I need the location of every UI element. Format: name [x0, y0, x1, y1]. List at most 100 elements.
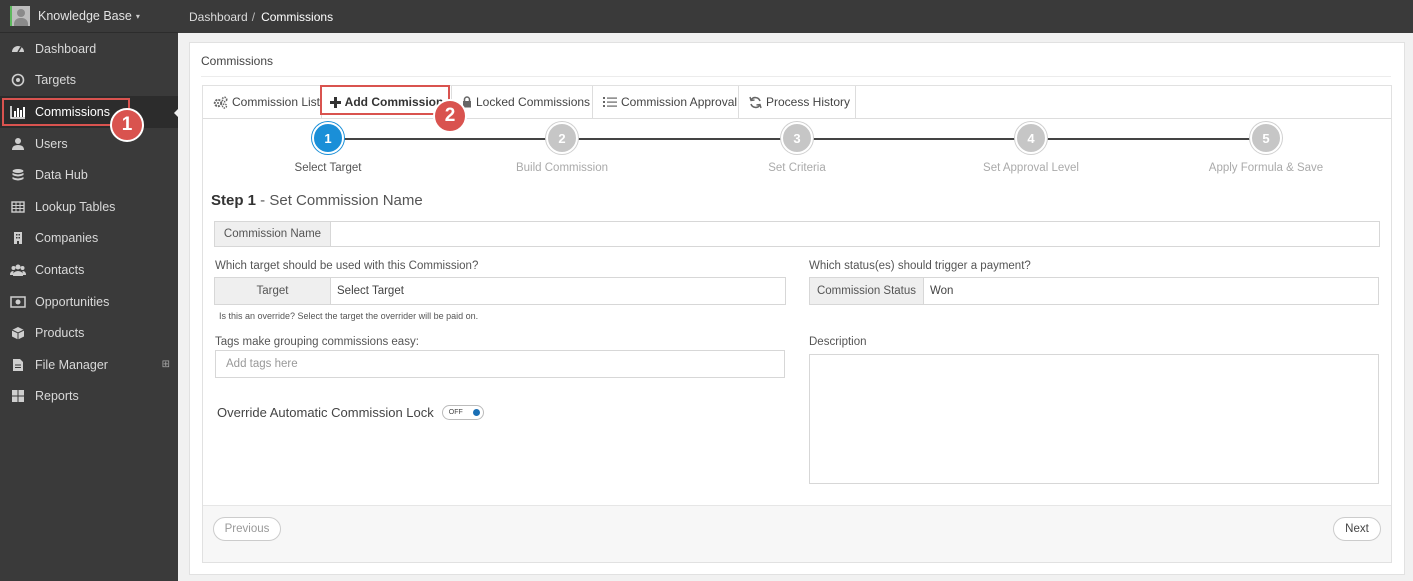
sidebar-item-commissions[interactable]: Commissions: [0, 96, 178, 128]
commission-status-select[interactable]: Won: [924, 278, 1378, 304]
description-label: Description: [809, 336, 867, 348]
sidebar-item-label: Targets: [35, 73, 76, 88]
brand-name: Knowledge Base: [38, 9, 132, 23]
sidebar-item-products[interactable]: Products: [0, 317, 178, 349]
sidebar-item-label: Lookup Tables: [35, 199, 116, 214]
topbar: Dashboard / Commissions: [178, 0, 1413, 33]
database-icon: [10, 167, 26, 183]
grid-icon: [10, 388, 26, 404]
wizard-steps: 1 Select Target 2 Build Commission 3 Set…: [203, 120, 1391, 184]
sidebar-item-opportunities[interactable]: Opportunities: [0, 286, 178, 318]
table-icon: [10, 199, 26, 215]
previous-button[interactable]: Previous: [213, 517, 281, 541]
breadcrumb: Dashboard / Commissions: [189, 10, 333, 24]
tab-process-history[interactable]: Process History: [739, 86, 856, 118]
expand-icon[interactable]: ⊞: [162, 359, 170, 370]
override-toggle[interactable]: OFF: [441, 405, 484, 420]
active-indicator: [174, 108, 179, 118]
sidebar-item-dashboard[interactable]: Dashboard: [0, 33, 178, 65]
user-icon: [10, 136, 26, 152]
step-number: 4: [1015, 122, 1047, 154]
sidebar-item-targets[interactable]: Targets: [0, 65, 178, 97]
brand[interactable]: Knowledge Base ▾: [0, 0, 178, 33]
step-heading: Step 1 - Set Commission Name: [211, 192, 423, 209]
plus-icon: [329, 96, 341, 108]
breadcrumb-separator: /: [251, 9, 256, 24]
tab-locked-commissions[interactable]: Locked Commissions: [452, 86, 593, 118]
sidebar-item-label: File Manager: [35, 357, 108, 372]
commission-status-label: Commission Status: [810, 278, 924, 304]
target-group: Target Select Target: [214, 277, 786, 305]
next-button[interactable]: Next: [1333, 517, 1381, 541]
sidebar-item-label: Commissions: [35, 104, 111, 119]
sidebar-item-label: Opportunities: [35, 294, 110, 309]
box-icon: [10, 325, 26, 341]
annotation-badge-2: 2: [433, 99, 467, 133]
money-icon: [10, 294, 26, 310]
annotation-badge-1: 1: [110, 108, 144, 142]
tags-label: Tags make grouping commissions easy:: [215, 336, 419, 348]
chevron-down-icon: ▾: [135, 11, 140, 21]
list-icon: [603, 96, 617, 108]
sidebar-item-companies[interactable]: Companies: [0, 223, 178, 255]
sidebar-item-lookup-tables[interactable]: Lookup Tables: [0, 191, 178, 223]
file-icon: [10, 357, 26, 373]
step-label: Apply Formula & Save: [1208, 162, 1324, 174]
sidebar-item-contacts[interactable]: Contacts: [0, 254, 178, 286]
status-question: Which status(es) should trigger a paymen…: [809, 260, 1031, 272]
tabs-container: Commission List Add Commission Locked Co…: [202, 85, 1392, 563]
tags-input[interactable]: Add tags here: [215, 350, 785, 378]
users-icon: [10, 262, 26, 278]
step-5[interactable]: 5 Apply Formula & Save: [1186, 122, 1346, 174]
commission-name-label: Commission Name: [215, 222, 331, 246]
toggle-state: OFF: [448, 409, 463, 416]
step-4[interactable]: 4 Set Approval Level: [951, 122, 1111, 174]
step-3[interactable]: 3 Set Criteria: [717, 122, 877, 174]
breadcrumb-current: Commissions: [261, 9, 334, 24]
step-number: 3: [781, 122, 813, 154]
sidebar-item-data-hub[interactable]: Data Hub: [0, 159, 178, 191]
commission-name-input[interactable]: [331, 222, 1379, 246]
sidebar-item-label: Companies: [35, 231, 99, 246]
tab-label: Locked Commissions: [476, 95, 591, 109]
sidebar-item-reports[interactable]: Reports: [0, 381, 178, 413]
target-icon: [10, 72, 26, 88]
refresh-icon: [749, 96, 762, 109]
step-1[interactable]: 1 Select Target: [248, 122, 408, 174]
step-number: 2: [546, 122, 578, 154]
override-help-text: Is this an override? Select the target t…: [219, 311, 479, 321]
sidebar-item-file-manager[interactable]: File Manager ⊞: [0, 349, 178, 381]
override-label: Override Automatic Commission Lock: [217, 405, 434, 420]
target-select[interactable]: Select Target: [331, 278, 785, 304]
tab-commission-list[interactable]: Commission List: [203, 86, 322, 118]
tab-bar: Commission List Add Commission Locked Co…: [203, 86, 1391, 119]
sidebar-item-label: Contacts: [35, 262, 85, 277]
step-label: Build Commission: [515, 162, 609, 174]
sidebar-item-users[interactable]: Users: [0, 128, 178, 160]
step-heading-text: - Set Commission Name: [256, 192, 423, 209]
step-label: Set Criteria: [768, 162, 826, 174]
tab-label: Process History: [766, 95, 851, 109]
override-row: Override Automatic Commission Lock OFF: [217, 405, 484, 420]
sidebar-item-label: Users: [35, 136, 68, 151]
dashboard-icon: [10, 41, 26, 57]
sidebar-item-label: Products: [35, 326, 85, 341]
target-question: Which target should be used with this Co…: [215, 260, 479, 272]
step-heading-number: Step 1: [211, 192, 257, 209]
tab-label: Commission List: [232, 95, 321, 109]
breadcrumb-dashboard[interactable]: Dashboard: [189, 10, 248, 24]
tab-label: Commission Approval: [621, 95, 738, 109]
step-label: Select Target: [294, 162, 362, 174]
description-textarea[interactable]: [809, 354, 1379, 484]
step-2[interactable]: 2 Build Commission: [482, 122, 642, 174]
wizard-footer: Previous Next: [203, 505, 1391, 562]
step-number: 5: [1250, 122, 1282, 154]
step-label: Set Approval Level: [983, 162, 1079, 174]
commission-name-group: Commission Name: [214, 221, 1380, 247]
status-group: Commission Status Won: [809, 277, 1379, 305]
building-icon: [10, 230, 26, 246]
bar-chart-icon: [10, 104, 26, 120]
tab-commission-approval[interactable]: Commission Approval: [593, 86, 739, 118]
step-number: 1: [312, 122, 344, 154]
avatar: [10, 6, 30, 26]
